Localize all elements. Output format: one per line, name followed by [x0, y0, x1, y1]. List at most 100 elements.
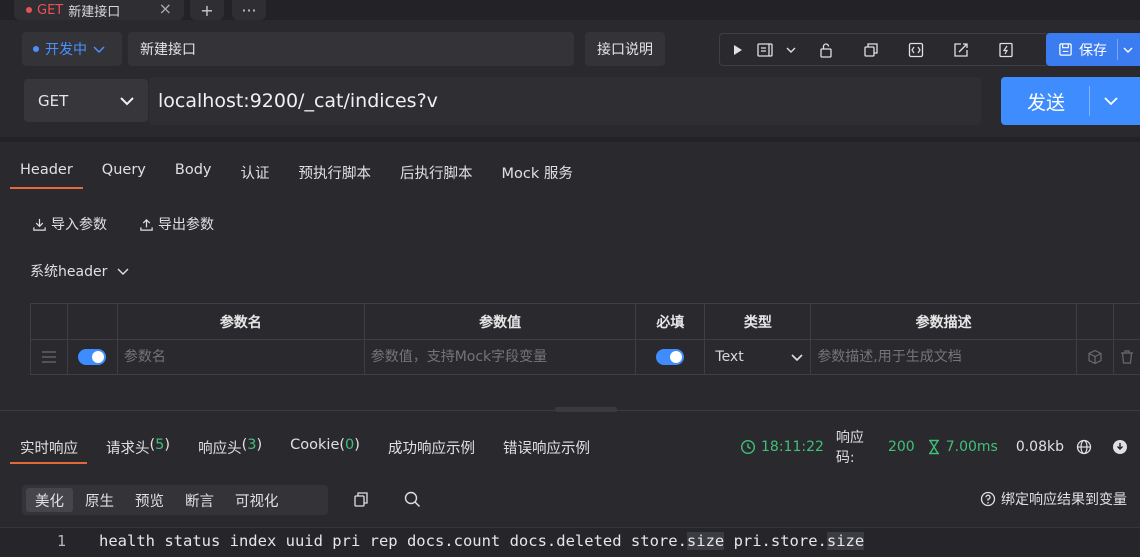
lock-button[interactable]	[809, 34, 842, 65]
param-name-cell	[117, 340, 365, 374]
response-tabs: 实时响应 请求头(5) 响应头(3) Cookie(0) 成功响应示例 错误响应…	[10, 437, 618, 464]
view-preview[interactable]: 预览	[126, 488, 173, 512]
close-icon[interactable]: ×	[159, 0, 172, 18]
view-visualize[interactable]: 可视化	[226, 488, 288, 512]
header-cell-name: 参数名	[118, 304, 365, 339]
response-time: 18:11:22	[740, 439, 824, 455]
time-value: 18:11:22	[761, 439, 824, 455]
tab-header[interactable]: Header	[10, 162, 83, 189]
table-header-row: 参数名 参数值 必填 类型 参数描述	[31, 304, 1140, 339]
tab-title: 新建接口	[68, 4, 121, 20]
view-raw[interactable]: 原生	[76, 488, 123, 512]
tab-response-headers[interactable]: 响应头(3)	[198, 437, 262, 463]
env-status-dot-icon	[33, 46, 39, 52]
more-tabs-button[interactable]: ···	[232, 0, 266, 20]
api-name-input[interactable]	[128, 32, 574, 66]
drag-handle[interactable]	[31, 340, 68, 374]
share-button[interactable]	[944, 34, 977, 65]
save-button[interactable]: 保存	[1046, 33, 1140, 66]
play-icon	[733, 44, 742, 55]
tab-label: Cookie	[290, 437, 340, 453]
view-pretty[interactable]: 美化	[26, 488, 73, 512]
unsaved-dot-icon	[26, 7, 32, 13]
chevron-down-icon	[791, 354, 803, 362]
bind-response-variable[interactable]: 绑定响应结果到变量	[980, 489, 1127, 509]
url-bar	[149, 77, 981, 125]
panel-resize-handle[interactable]	[555, 407, 617, 412]
header-cell-type: 类型	[705, 304, 812, 339]
tab-body[interactable]: Body	[175, 162, 212, 188]
system-header-label: 系统header	[30, 264, 108, 280]
header-cell-enable	[68, 304, 118, 339]
chevron-down-icon[interactable]	[1102, 92, 1120, 110]
required-toggle[interactable]	[656, 349, 685, 365]
tab-query[interactable]: Query	[102, 162, 146, 188]
import-params-button[interactable]: 导入参数	[32, 214, 107, 234]
code-icon	[908, 42, 923, 57]
api-doc-button[interactable]: 接口说明	[585, 32, 665, 66]
view-assert[interactable]: 断言	[176, 488, 223, 512]
tab-label: 响应头	[198, 441, 242, 457]
tab-mock[interactable]: Mock 服务	[501, 162, 572, 188]
save-icon	[1059, 43, 1072, 56]
code-line: health status index uuid pri rep docs.co…	[99, 532, 865, 550]
header-cell-required: 必填	[636, 304, 706, 339]
document-run-icon	[757, 42, 773, 57]
request-tabs: Header Query Body 认证 预执行脚本 后执行脚本 Mock 服务	[10, 162, 602, 189]
param-name-input[interactable]	[117, 349, 364, 365]
save-label: 保存	[1079, 42, 1107, 59]
run-options-button[interactable]	[753, 34, 801, 65]
mock-button[interactable]	[1077, 340, 1115, 374]
tab-cookie[interactable]: Cookie(0)	[290, 437, 360, 463]
download-circle-icon	[1113, 440, 1127, 454]
param-desc-input[interactable]	[811, 349, 1077, 365]
count-badge: 3	[247, 437, 257, 453]
run-button[interactable]	[720, 34, 753, 65]
tab-auth[interactable]: 认证	[240, 162, 269, 188]
copy-response-button[interactable]	[353, 491, 369, 512]
code-highlight: size	[686, 532, 725, 550]
delete-row-button[interactable]	[1114, 340, 1140, 374]
download-response-button[interactable]	[1112, 439, 1128, 455]
response-status: 18:11:22 响应码: 200 7.00ms 0.08kb	[740, 430, 1140, 466]
request-toolbar	[719, 33, 1049, 66]
type-select[interactable]: Text	[705, 340, 812, 374]
chevron-down-icon[interactable]	[1122, 44, 1134, 56]
flash-button[interactable]	[989, 34, 1022, 65]
send-button[interactable]: 发送	[1001, 77, 1140, 125]
response-body[interactable]: 1 health status index uuid pri rep docs.…	[0, 527, 1140, 557]
new-tab-button[interactable]: +	[190, 0, 224, 20]
export-params-button[interactable]: 导出参数	[139, 214, 214, 234]
code-gen-button[interactable]	[899, 34, 932, 65]
tab-error-example[interactable]: 错误响应示例	[503, 437, 590, 463]
param-desc-cell	[811, 340, 1078, 374]
search-response-button[interactable]	[404, 491, 421, 512]
method-select[interactable]: GET	[24, 79, 148, 122]
tab-success-example[interactable]: 成功响应示例	[388, 437, 475, 463]
hourglass-icon	[928, 439, 939, 455]
copy-button[interactable]	[854, 34, 887, 65]
share-icon	[953, 42, 968, 57]
tab-live-response[interactable]: 实时响应	[10, 437, 87, 464]
header-cell-value: 参数值	[365, 304, 637, 339]
globe-button[interactable]	[1076, 439, 1092, 455]
header-params-table: 参数名 参数值 必填 类型 参数描述 Text	[30, 303, 1140, 375]
tab-request-headers[interactable]: 请求头(5)	[106, 437, 170, 463]
upload-icon	[140, 218, 153, 231]
environment-select[interactable]: 开发中	[22, 32, 122, 66]
tab-pre-script[interactable]: 预执行脚本	[298, 162, 371, 188]
code-text: pri.store.	[724, 532, 827, 550]
url-input[interactable]	[158, 90, 958, 112]
import-label: 导入参数	[51, 217, 107, 233]
system-header-toggle[interactable]: 系统header	[30, 261, 130, 281]
flash-icon	[998, 42, 1013, 57]
param-value-cell	[364, 340, 637, 374]
trash-icon	[1121, 350, 1134, 364]
row-enable-toggle[interactable]	[78, 349, 107, 365]
tab-post-script[interactable]: 后执行脚本	[400, 162, 473, 188]
send-divider	[1089, 86, 1091, 116]
response-duration: 7.00ms	[927, 439, 998, 455]
param-value-input[interactable]	[364, 349, 636, 365]
type-value: Text	[715, 349, 744, 365]
tab-active-request[interactable]: GET 新建接口 ×	[14, 0, 184, 20]
